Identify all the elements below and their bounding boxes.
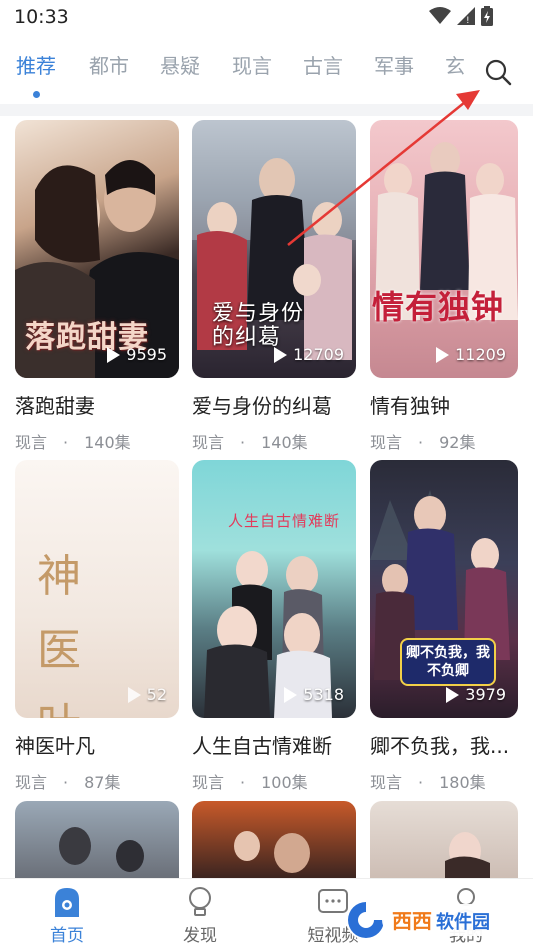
play-icon xyxy=(446,686,460,703)
drama-poster: 落跑甜妻 9595 xyxy=(15,120,179,378)
drama-card[interactable]: 爱与身份的纠葛 12709 爱与身份的纠葛 现言 · 140集 xyxy=(192,120,356,453)
home-icon xyxy=(55,888,79,917)
drama-card[interactable]: 人生自古情难断 5318 人生自古情难断 现言 · 100集 xyxy=(192,460,356,793)
drama-card[interactable]: 神医叶凡 52 神医叶凡 现言·87集 xyxy=(15,460,179,793)
category-tabs: 推荐 都市 悬疑 现言 古言 军事 玄 xyxy=(0,50,533,106)
svg-text:西西: 西西 xyxy=(392,909,432,933)
play-icon xyxy=(274,346,288,363)
drama-poster xyxy=(192,801,356,879)
drama-meta: 现言 · 140集 xyxy=(15,433,131,452)
drama-meta: 现言 · 180集 xyxy=(370,773,486,792)
play-count: 5318 xyxy=(284,685,344,704)
poster-title-badge: 卿不负我，我不负卿 xyxy=(400,638,496,686)
play-icon xyxy=(284,686,298,703)
drama-title: 落跑甜妻 xyxy=(15,394,95,418)
active-tab-indicator xyxy=(33,91,40,98)
drama-card[interactable] xyxy=(15,801,179,879)
poster-art xyxy=(204,551,332,718)
drama-card[interactable] xyxy=(370,801,518,879)
drama-card[interactable]: 情有独钟 11209 情有独钟 现言 · 92集 xyxy=(370,120,518,453)
play-count: 9595 xyxy=(107,345,167,364)
drama-title: 神医叶凡 xyxy=(15,734,95,758)
svg-text:!: ! xyxy=(466,16,470,25)
tab-recommend[interactable]: 推荐 xyxy=(16,50,56,79)
nav-label: 发现 xyxy=(183,926,217,946)
tab-urban[interactable]: 都市 xyxy=(89,50,129,79)
drama-card[interactable]: 卿不负我，我不负卿 3979 卿不负我，我... 现言 · 180集 xyxy=(370,460,518,793)
play-icon xyxy=(127,686,141,703)
play-icon xyxy=(436,346,450,363)
poster-title: 情有独钟 xyxy=(372,288,505,326)
tab-ancient-romance[interactable]: 古言 xyxy=(303,50,343,79)
battery-icon xyxy=(481,6,493,26)
drama-meta: 现言 · 140集 xyxy=(192,433,308,452)
nav-home[interactable]: 首页 xyxy=(27,885,107,946)
status-time: 10:33 xyxy=(14,6,69,28)
drama-card[interactable] xyxy=(192,801,356,879)
poster-title: 人生自古情难断 xyxy=(228,512,341,530)
drama-poster: 爱与身份的纠葛 12709 xyxy=(192,120,356,378)
svg-text:软件园: 软件园 xyxy=(436,911,490,933)
status-bar: 10:33 ! xyxy=(0,0,533,36)
bulb-icon xyxy=(189,887,211,916)
drama-poster: 情有独钟 11209 xyxy=(370,120,518,378)
drama-title: 情有独钟 xyxy=(370,394,450,418)
drama-poster xyxy=(370,801,518,879)
play-count: 11209 xyxy=(436,345,506,364)
nav-discover[interactable]: 发现 xyxy=(160,885,240,946)
drama-title: 爱与身份的纠葛 xyxy=(192,394,332,418)
drama-poster: 神医叶凡 52 xyxy=(15,460,179,718)
tab-military[interactable]: 军事 xyxy=(374,50,414,79)
drama-poster: 人生自古情难断 5318 xyxy=(192,460,356,718)
play-count: 52 xyxy=(127,685,167,704)
drama-title: 卿不负我，我... xyxy=(370,734,510,758)
search-icon[interactable] xyxy=(482,56,514,88)
play-count: 3979 xyxy=(446,685,506,704)
play-count: 12709 xyxy=(274,345,344,364)
drama-meta: 现言 · 92集 xyxy=(370,433,476,452)
drama-poster: 卿不负我，我不负卿 3979 xyxy=(370,460,518,718)
poster-art xyxy=(375,142,518,320)
drama-meta: 现言 · 100集 xyxy=(192,773,308,792)
drama-meta: 现言 · 87集 xyxy=(15,773,121,792)
tab-fantasy[interactable]: 玄 xyxy=(445,50,465,79)
signal-icon: ! xyxy=(457,7,475,25)
drama-title: 人生自古情难断 xyxy=(192,734,332,758)
tab-suspense[interactable]: 悬疑 xyxy=(160,50,200,79)
play-icon xyxy=(107,346,121,363)
wifi-icon xyxy=(429,7,451,24)
watermark-logo: 西西 软件园 xyxy=(340,896,530,942)
nav-label: 首页 xyxy=(50,926,84,946)
drama-card[interactable]: 落跑甜妻 9595 落跑甜妻 现言 · 140集 xyxy=(15,120,179,453)
divider xyxy=(0,104,533,116)
tab-modern-romance[interactable]: 现言 xyxy=(232,50,272,79)
drama-poster xyxy=(15,801,179,879)
